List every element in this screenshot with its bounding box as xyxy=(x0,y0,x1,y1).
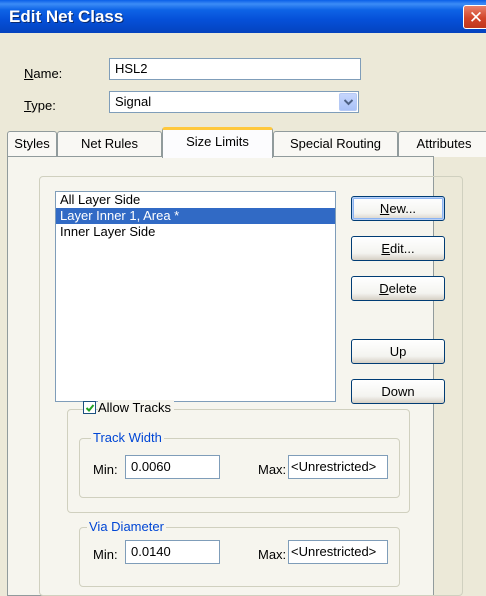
tab-size-limits[interactable]: Size Limits xyxy=(162,127,273,158)
name-label: Name: xyxy=(24,66,62,81)
type-label: Type: xyxy=(24,98,56,113)
delete-button[interactable]: Delete xyxy=(351,276,445,301)
delete-accesskey: D xyxy=(379,281,389,296)
via-min-label: Min: xyxy=(93,547,118,562)
close-button[interactable]: ✕ xyxy=(463,5,486,29)
edit-label: dit... xyxy=(390,241,415,256)
dropdown-arrow-button[interactable] xyxy=(339,93,357,111)
tab-net-rules[interactable]: Net Rules xyxy=(57,131,162,157)
track-max-label: Max: xyxy=(258,462,287,477)
via-max-input[interactable]: <Unrestricted> xyxy=(288,540,388,564)
list-item[interactable]: Inner Layer Side xyxy=(56,224,335,240)
list-item-selected[interactable]: Layer Inner 1, Area * xyxy=(56,208,335,224)
up-button[interactable]: Up xyxy=(351,339,445,364)
allow-tracks-label: Allow Tracks xyxy=(98,400,174,415)
tab-special-routing[interactable]: Special Routing xyxy=(273,131,398,157)
edit-accesskey: E xyxy=(381,241,391,256)
layer-list[interactable]: All Layer Side Layer Inner 1, Area * Inn… xyxy=(55,191,336,402)
chevron-down-icon xyxy=(344,99,353,106)
list-item[interactable]: All Layer Side xyxy=(56,192,335,208)
name-label-text: ame: xyxy=(33,66,63,81)
checkmark-icon xyxy=(85,404,95,412)
track-min-label: Min: xyxy=(93,462,118,477)
tab-attributes[interactable]: Attributes xyxy=(398,131,486,157)
type-select[interactable]: Signal xyxy=(109,91,359,113)
new-button[interactable]: New... xyxy=(351,196,445,221)
edit-button[interactable]: Edit... xyxy=(351,236,445,261)
name-label-accesskey: N xyxy=(24,66,34,81)
allow-tracks-checkbox[interactable] xyxy=(83,401,96,414)
new-label: ew... xyxy=(389,201,417,216)
via-min-input[interactable]: 0.0140 xyxy=(125,540,220,564)
close-icon: ✕ xyxy=(468,8,484,27)
via-max-label: Max: xyxy=(258,547,287,562)
track-min-input[interactable]: 0.0060 xyxy=(125,455,220,479)
down-button[interactable]: Down xyxy=(351,379,445,404)
name-input[interactable]: HSL2 xyxy=(109,58,361,80)
delete-label: elete xyxy=(388,281,417,296)
via-diameter-legend: Via Diameter xyxy=(87,519,166,534)
new-accesskey: N xyxy=(379,201,390,216)
type-label-text: ype: xyxy=(31,98,56,113)
type-select-value: Signal xyxy=(115,94,152,109)
track-width-legend: Track Width xyxy=(91,430,164,445)
window-title: Edit Net Class xyxy=(9,7,124,26)
track-max-input[interactable]: <Unrestricted> xyxy=(288,455,388,479)
title-bar: Edit Net Class ✕ xyxy=(0,0,486,33)
tab-styles[interactable]: Styles xyxy=(7,131,57,157)
